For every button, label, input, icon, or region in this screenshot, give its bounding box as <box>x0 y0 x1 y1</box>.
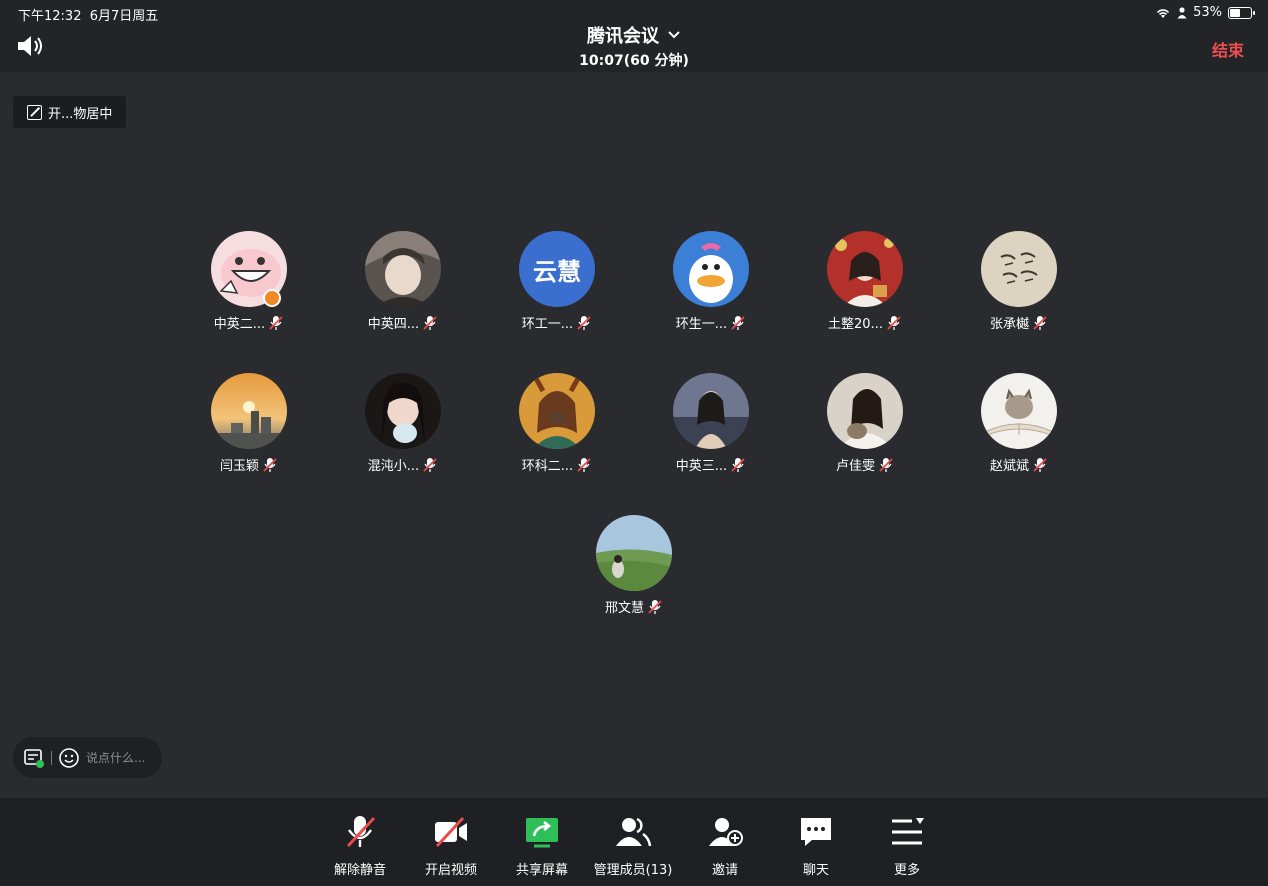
participant-name: 中英三... <box>675 459 728 474</box>
participant-tile[interactable]: 混沌小... <box>343 373 463 474</box>
layout-tag[interactable]: 开...物居中 <box>13 96 127 128</box>
invite-button[interactable]: 邀请 <box>680 812 770 878</box>
share-screen-icon <box>526 818 558 848</box>
mic-muted-icon <box>423 315 437 330</box>
participant-tile[interactable]: 闫玉颖 <box>189 373 309 474</box>
avatar <box>981 231 1057 307</box>
add-person-icon <box>709 818 743 846</box>
avatar <box>673 231 749 307</box>
participant-tile[interactable]: 赵斌斌 <box>959 373 1079 474</box>
avatar <box>981 373 1057 449</box>
avatar: 云慧 <box>519 231 595 307</box>
battery-percent: 53% <box>1193 5 1222 20</box>
emoji-icon[interactable] <box>58 747 80 769</box>
participant-tile[interactable]: 土整20... <box>805 231 925 332</box>
participant-name: 卢佳雯 <box>835 459 875 474</box>
chat-button[interactable]: 聊天 <box>771 812 861 878</box>
meeting-duration: 10:07(60 分钟) <box>579 53 689 69</box>
mic-muted-icon <box>1033 457 1047 472</box>
participant-name: 中英四... <box>367 317 420 332</box>
mic-muted-icon <box>577 315 591 330</box>
end-meeting-button[interactable]: 结束 <box>1212 37 1244 61</box>
avatar <box>596 515 672 591</box>
participant-name: 土整20... <box>828 317 883 332</box>
avatar <box>827 373 903 449</box>
bottom-toolbar: 解除静音 开启视频 共享屏幕 管理成员(13) 邀请 聊天 更多 <box>0 798 1268 886</box>
mic-muted-icon <box>346 816 376 848</box>
camera-off-icon <box>435 816 467 848</box>
participant-name: 环工一... <box>521 317 574 332</box>
chat-icon <box>801 818 831 846</box>
avatar <box>365 373 441 449</box>
participant-tile[interactable]: 中英二... <box>189 231 309 332</box>
chevron-down-icon <box>668 31 680 39</box>
mic-muted-icon <box>263 457 277 472</box>
mic-muted-icon <box>731 315 745 330</box>
members-icon <box>616 817 652 847</box>
participant-tile[interactable]: 环科二... <box>497 373 617 474</box>
more-button[interactable]: 更多 <box>862 812 952 878</box>
avatar <box>365 231 441 307</box>
chat-label: 聊天 <box>802 863 829 878</box>
status-indicators: 53% <box>1155 5 1255 20</box>
avatar <box>519 373 595 449</box>
mic-muted-icon <box>879 457 893 472</box>
avatar <box>211 373 287 449</box>
share-screen-button[interactable]: 共享屏幕 <box>497 812 587 878</box>
participant-tile[interactable]: 环生一... <box>651 231 771 332</box>
unmute-label: 解除静音 <box>333 863 386 878</box>
avatar <box>673 373 749 449</box>
participant-tile[interactable]: 卢佳雯 <box>805 373 925 474</box>
mic-muted-icon <box>731 457 745 472</box>
start-video-label: 开启视频 <box>424 863 477 878</box>
unmute-button[interactable]: 解除静音 <box>315 812 405 878</box>
share-screen-label: 共享屏幕 <box>515 863 568 878</box>
participant-name: 混沌小... <box>367 459 420 474</box>
manage-members-label: 管理成员(13) <box>593 863 673 878</box>
mic-muted-icon <box>648 599 662 614</box>
meeting-title: 腾讯会议 <box>587 26 659 47</box>
participant-tile[interactable]: 中英三... <box>651 373 771 474</box>
chat-placeholder[interactable]: 说点什么... <box>86 749 145 766</box>
wifi-icon <box>1157 8 1170 18</box>
participant-name: 张承樾 <box>989 317 1029 332</box>
participant-tile[interactable]: 中英四... <box>343 231 463 332</box>
participant-name: 环生一... <box>675 317 728 332</box>
participant-name: 环科二... <box>521 459 574 474</box>
mic-muted-icon <box>269 315 283 330</box>
start-video-button[interactable]: 开启视频 <box>406 812 496 878</box>
caption-icon[interactable] <box>23 747 45 769</box>
top-bar: 下午12:32 6月7日周五 53% 腾讯会议 10:07(60 分钟) 结束 <box>0 0 1268 72</box>
participant-name: 闫玉颖 <box>219 459 259 474</box>
person-icon <box>1177 6 1187 18</box>
more-menu-icon <box>892 818 924 845</box>
more-label: 更多 <box>893 863 920 878</box>
participant-tile[interactable]: 云慧 环工一... <box>497 231 617 332</box>
participant-name: 邢文慧 <box>604 601 644 616</box>
chat-input-pill[interactable]: 说点什么... <box>13 737 162 778</box>
battery-icon <box>1228 6 1255 19</box>
participant-tile[interactable]: 张承樾 <box>959 231 1079 332</box>
meeting-title-area[interactable]: 腾讯会议 10:07(60 分钟) <box>0 22 1268 70</box>
divider <box>51 750 52 765</box>
mic-muted-icon <box>577 457 591 472</box>
layout-icon <box>27 104 42 120</box>
participant-name: 赵斌斌 <box>989 459 1029 474</box>
host-badge-icon <box>263 289 281 307</box>
invite-label: 邀请 <box>711 863 738 878</box>
manage-members-button[interactable]: 管理成员(13) <box>588 812 678 878</box>
avatar <box>827 231 903 307</box>
layout-tag-label: 开...物居中 <box>48 106 113 122</box>
participant-name: 中英二... <box>213 317 266 332</box>
avatar-text: 云慧 <box>533 257 581 286</box>
mic-muted-icon <box>887 315 901 330</box>
mic-muted-icon <box>423 457 437 472</box>
mic-muted-icon <box>1033 315 1047 330</box>
participant-tile[interactable]: 邢文慧 <box>574 515 694 616</box>
